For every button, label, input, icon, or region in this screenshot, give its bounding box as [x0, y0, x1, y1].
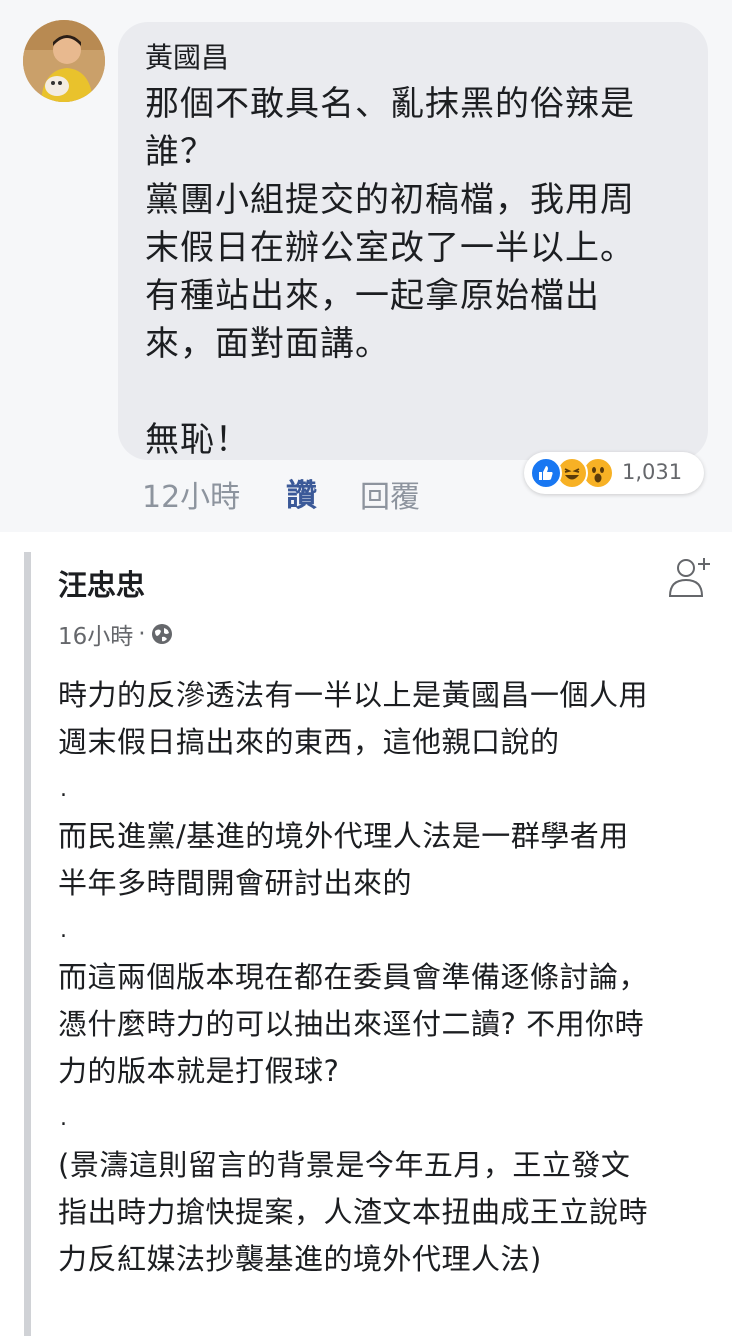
reply-button[interactable]: 回覆	[360, 472, 420, 516]
comment-author[interactable]: 黃國昌	[145, 36, 229, 76]
comment-text: 那個不敢具名、亂抹黑的俗辣是 誰？ 黨團小組提交的初稿檔，我用周 末假日在辦公室…	[145, 84, 635, 460]
quoted-post: 汪忠忠 16小時 · 時力的反滲透法有一半以上是黃國昌一個人用 週末假日搞出來的…	[0, 532, 732, 1336]
post-separator: .	[60, 1106, 68, 1131]
post-separator: .	[60, 777, 68, 802]
post-line: 指出時力搶快提案，人渣文本扭曲成王立說時	[58, 1195, 649, 1229]
post-line: 而這兩個版本現在都在委員會準備逐條討論，	[58, 960, 649, 994]
post-line: 半年多時間開會研討出來的	[58, 866, 413, 900]
post-line: 憑什麼時力的可以抽出來逕付二讀? 不用你時	[58, 1007, 645, 1041]
meta-separator: ·	[138, 621, 146, 647]
post-body: 時力的反滲透法有一半以上是黃國昌一個人用 週末假日搞出來的東西，這他親口說的 .…	[58, 672, 718, 1283]
comment-timestamp[interactable]: 12小時	[142, 472, 240, 516]
avatar-image	[23, 20, 105, 102]
post-separator: .	[60, 918, 68, 943]
like-icon	[530, 457, 562, 489]
globe-icon	[151, 623, 173, 645]
comment-bubble: 黃國昌 那個不敢具名、亂抹黑的俗辣是 誰？ 黨團小組提交的初稿檔，我用周 末假日…	[118, 22, 708, 460]
post-line: (景濤這則留言的背景是今年五月，王立發文	[58, 1148, 631, 1182]
post-line: 而民進黨/基進的境外代理人法是一群學者用	[58, 819, 629, 853]
post-line: 週末假日搞出來的東西，這他親口說的	[58, 725, 560, 759]
reaction-count: 1,031	[622, 460, 683, 484]
comment-section: 黃國昌 那個不敢具名、亂抹黑的俗辣是 誰？ 黨團小組提交的初稿檔，我用周 末假日…	[0, 0, 732, 532]
add-friend-icon[interactable]	[664, 552, 714, 602]
commenter-avatar[interactable]	[23, 20, 105, 102]
post-author[interactable]: 汪忠忠	[58, 562, 145, 604]
post-line: 力的版本就是打假球?	[58, 1054, 340, 1088]
quote-bar	[24, 552, 31, 1336]
post-meta: 16小時 ·	[58, 617, 173, 651]
post-line: 力反紅媒法抄襲基進的境外代理人法)	[58, 1242, 542, 1276]
post-timestamp[interactable]: 16小時	[58, 617, 133, 651]
like-button[interactable]: 讚	[286, 470, 317, 515]
post-line: 時力的反滲透法有一半以上是黃國昌一個人用	[58, 678, 649, 712]
reaction-summary[interactable]: 1,031	[524, 452, 704, 494]
